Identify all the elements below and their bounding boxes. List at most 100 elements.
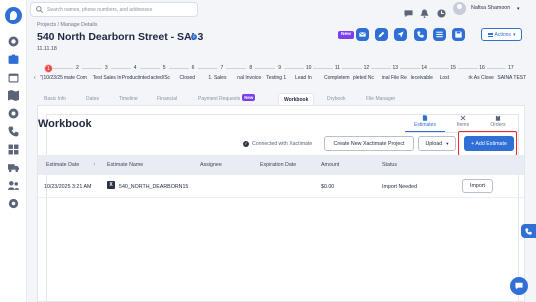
- tab-workbook[interactable]: Workbook: [278, 93, 315, 105]
- step-label[interactable]: Completem: [324, 75, 350, 81]
- step-label[interactable]: Testing 1: [266, 75, 286, 81]
- tab-timeline[interactable]: Timeline: [119, 93, 138, 105]
- step-label[interactable]: mate Com: [64, 75, 87, 81]
- step-number[interactable]: 12: [361, 64, 371, 73]
- actions-label: Actions: [494, 31, 511, 38]
- step-number[interactable]: 11: [333, 64, 342, 73]
- column-status: Status: [382, 162, 398, 168]
- upload-dropdown[interactable]: Upload ▾: [418, 136, 456, 151]
- step-label[interactable]: Productinted: [122, 75, 150, 81]
- step-label[interactable]: rk As Close: [469, 75, 494, 81]
- step-label[interactable]: inal File Re: [382, 75, 407, 81]
- step-label[interactable]: nal Invoice: [237, 75, 261, 81]
- tab-financial[interactable]: Financial: [157, 93, 177, 105]
- estimate-name-cell[interactable]: 540_NORTH_DEARBORN15: [119, 184, 188, 190]
- tab-payment-requests-label: Payment Requests: [198, 96, 241, 102]
- save-button[interactable]: [452, 28, 465, 41]
- chat-bubble-icon[interactable]: [404, 5, 413, 18]
- phone-icon[interactable]: [8, 126, 19, 137]
- call-button[interactable]: [414, 28, 427, 41]
- step-label[interactable]: "(10/23/25: [40, 75, 63, 81]
- team-icon[interactable]: [8, 180, 19, 191]
- floating-call-button[interactable]: [521, 224, 536, 238]
- tab-orders[interactable]: Orders: [486, 115, 510, 128]
- step-number[interactable]: 13: [390, 64, 400, 73]
- step-number[interactable]: 2: [72, 64, 82, 73]
- step-number[interactable]: 16: [477, 64, 487, 73]
- actions-dropdown[interactable]: Actions ▾: [481, 28, 522, 41]
- grid-icon[interactable]: [8, 144, 19, 155]
- step-label[interactable]: 1. Sales: [208, 75, 226, 81]
- map-icon[interactable]: [8, 90, 19, 101]
- truck-icon[interactable]: [8, 162, 19, 173]
- step-number[interactable]: 10: [304, 64, 314, 73]
- bell-icon[interactable]: [420, 5, 429, 18]
- column-assignee: Assignee: [200, 162, 222, 168]
- check-icon: ✓: [243, 141, 249, 147]
- clipboard-icon: [495, 115, 501, 121]
- amount-cell: $0.00: [321, 184, 335, 190]
- step-label[interactable]: Lead In: [295, 75, 312, 81]
- step-number[interactable]: 8: [246, 64, 256, 73]
- document-icon: [422, 115, 428, 121]
- step-label[interactable]: Lost: [440, 75, 449, 81]
- step-label[interactable]: Closed: [180, 75, 196, 81]
- estimate-date-cell: 10/23/2025 3:21 AM: [44, 184, 92, 190]
- user-name[interactable]: Nafisa Shamoon: [471, 5, 510, 11]
- step-number[interactable]: 15: [448, 64, 458, 73]
- calendar-icon[interactable]: [8, 72, 19, 83]
- tab-file-manager[interactable]: File Manager: [366, 93, 395, 105]
- avatar[interactable]: [453, 2, 466, 15]
- step-number[interactable]: 14: [419, 64, 429, 73]
- step-number[interactable]: 17: [506, 64, 516, 73]
- global-search[interactable]: [30, 2, 198, 17]
- step-label[interactable]: SAINA TEST: [497, 75, 526, 81]
- breadcrumb[interactable]: Projects / Manage Details: [37, 22, 97, 28]
- stepper-left-arrow-icon[interactable]: ‹: [34, 75, 36, 81]
- step-number[interactable]: 4: [130, 64, 140, 73]
- menu-icon: [487, 32, 493, 37]
- xactimate-connection-status: ✓ Connected with Xactimate: [243, 141, 312, 147]
- column-estimate-date[interactable]: Estimate Date: [46, 162, 79, 168]
- workbook-title: Workbook: [38, 118, 92, 130]
- edit-button[interactable]: [375, 28, 388, 41]
- paper-plane-icon: [397, 31, 404, 38]
- tab-items[interactable]: Items: [452, 115, 474, 128]
- clock-icon[interactable]: [437, 5, 446, 18]
- tab-estimates[interactable]: Estimates: [409, 115, 441, 128]
- step-number[interactable]: 1: [44, 64, 53, 73]
- active-tab-indicator: [405, 131, 445, 132]
- send-button[interactable]: [394, 28, 407, 41]
- info-icon[interactable]: i: [191, 34, 197, 40]
- create-xactimate-project-button[interactable]: Create New Xactimate Project: [324, 136, 414, 151]
- app-logo[interactable]: [5, 7, 22, 24]
- tools-icon: [460, 115, 466, 121]
- list-button[interactable]: [433, 28, 446, 41]
- step-label[interactable]: leceivable: [411, 75, 433, 81]
- step-number[interactable]: 3: [101, 64, 111, 73]
- tab-payment-requests[interactable]: Payment Requests New: [198, 93, 256, 105]
- dashboard-icon[interactable]: [8, 36, 19, 47]
- step-number[interactable]: 6: [188, 64, 198, 73]
- floating-chat-button[interactable]: [510, 277, 528, 295]
- step-number[interactable]: 7: [217, 64, 227, 73]
- step-number[interactable]: 5: [159, 64, 169, 73]
- chevron-down-icon: ▾: [512, 31, 516, 38]
- tab-drybook[interactable]: Drybook: [327, 93, 346, 105]
- tab-basic-info[interactable]: Basic Info: [44, 93, 66, 105]
- step-label[interactable]: Test Sales In: [93, 75, 122, 81]
- step-number[interactable]: 9: [275, 64, 285, 73]
- tab-dates[interactable]: Dates: [86, 93, 99, 105]
- settings-wheel-icon[interactable]: [8, 108, 19, 119]
- gear-icon[interactable]: [8, 198, 19, 209]
- list-icon: [436, 31, 443, 38]
- sort-arrow-icon[interactable]: ↓: [93, 161, 96, 167]
- import-button[interactable]: Import: [462, 179, 493, 193]
- search-input[interactable]: [47, 6, 197, 13]
- step-label[interactable]: pleted Nc: [353, 75, 374, 81]
- projects-icon[interactable]: [8, 54, 19, 65]
- add-estimate-button[interactable]: + Add Estimate: [464, 136, 514, 151]
- chevron-down-icon[interactable]: ▾: [517, 6, 520, 12]
- step-label[interactable]: acted/Sc: [151, 75, 170, 81]
- email-button[interactable]: [356, 28, 369, 41]
